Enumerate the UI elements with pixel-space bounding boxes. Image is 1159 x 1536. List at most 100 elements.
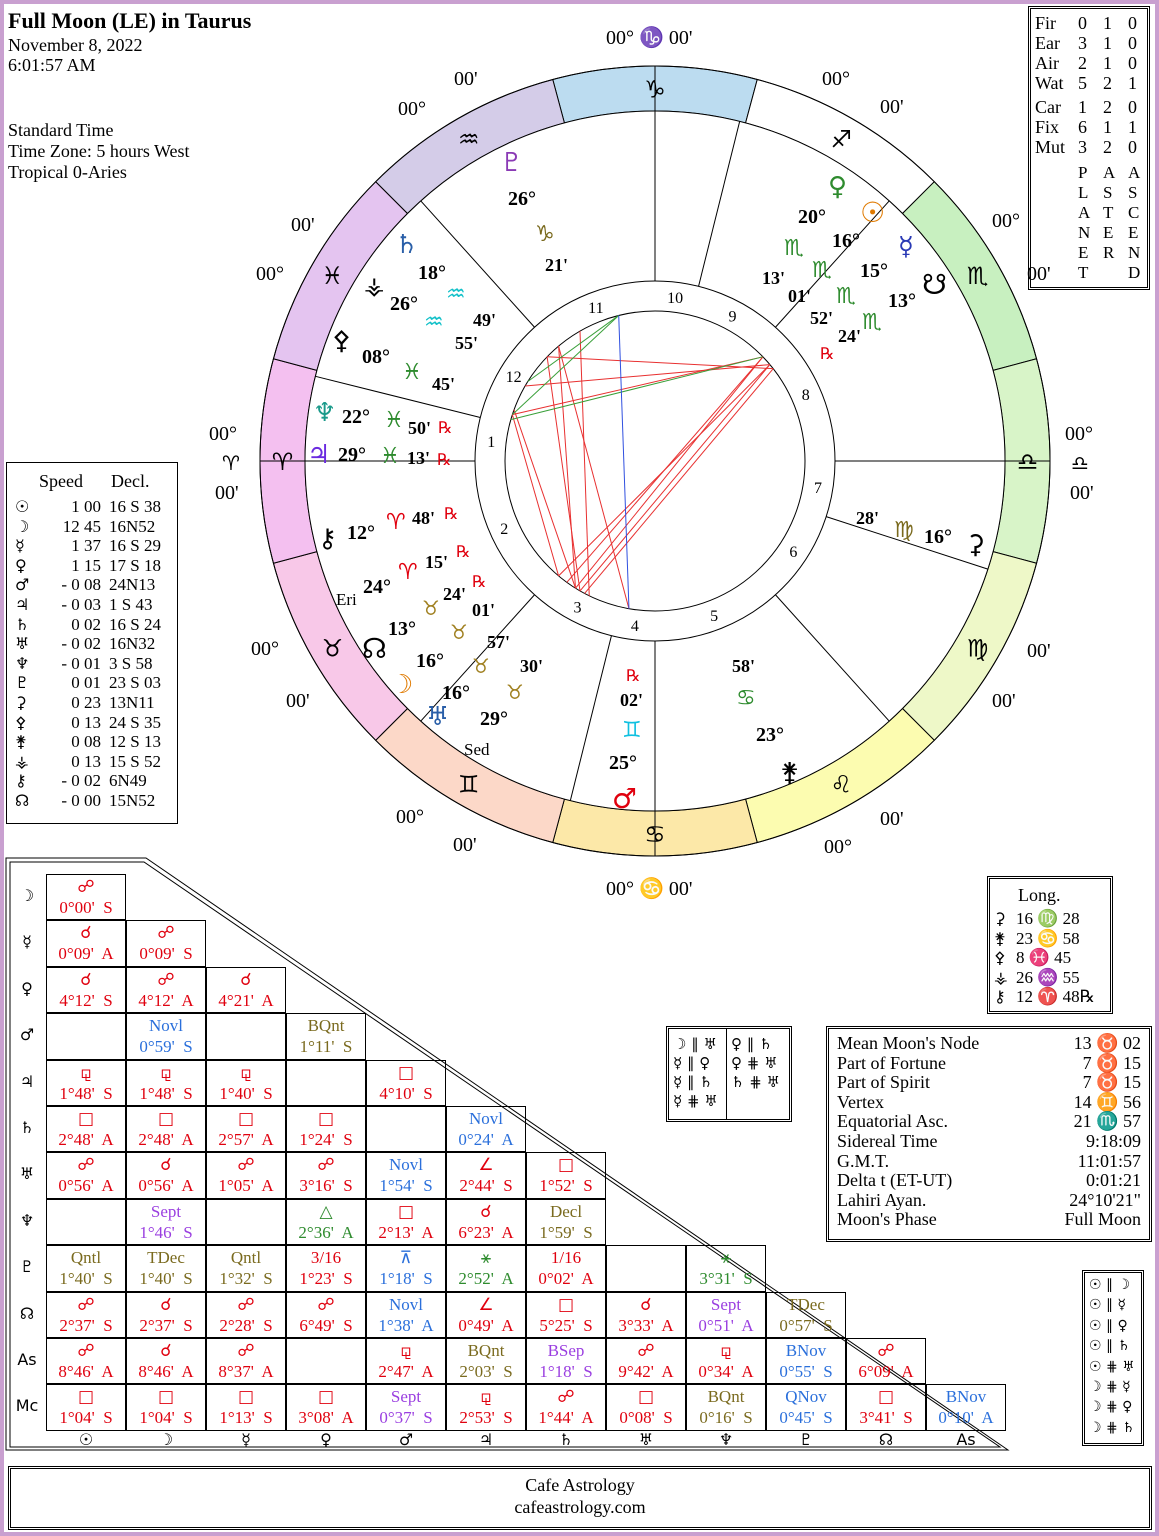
venus-deg: 20° [798,206,826,228]
aspect-row-label: ♅ [19,1164,35,1184]
mars-icon: ♂ [612,782,638,815]
point-value: 11:01:57 [1077,1150,1141,1171]
aspect-cell: □ 1°24' S [286,1106,366,1153]
neptune-deg: 22° [342,406,370,428]
aspect-cell: △ 2°36' A [286,1198,366,1246]
point-label: Moon's Phase [837,1209,937,1230]
rim-tau-min: 00' [286,690,310,712]
speed-row-icon: ☊ [15,791,30,810]
uranus-deg: 16° [442,682,470,704]
aspect-glyph: ☍ [877,1341,895,1361]
snode-min: 24' [838,326,862,346]
element-aster-count: 1 [1103,117,1112,137]
taurus-small-icon-2: ♉ [450,620,468,644]
neptune-min: 50' [408,418,432,438]
speed-row-icon: ☉ [15,497,30,516]
rim-gem-deg: 00° [396,806,424,828]
jupiter-icon: ♃ [307,440,331,470]
speed-row-icon: ⚷ [15,771,27,791]
aspect-orb: 2°37' S [139,1315,193,1335]
longitude-row-icon: ⚳ [994,909,1006,928]
house-number: 12 [506,369,522,386]
speed-decl-table: Speed Decl. ☉ 1 00 16 S 38 ☽ 12 45 16N52 ☿ 1 37… [6,462,178,824]
aspect-glyph: ⚼ [80,1062,92,1083]
aspect-glyph: BQnt [307,1016,345,1036]
scorpio-small-icon-3: ♏ [836,284,856,309]
rim-pis-deg: 00° [256,263,284,285]
decl-value: 16 S 38 [109,497,161,516]
aspect-orb: 0°02' A [538,1269,594,1289]
aspect-orb: 4°12' S [59,990,113,1010]
aspect-column-label: ☉ [78,1430,94,1449]
point-value: 9:18:09 [1085,1131,1141,1151]
decl-value: 23 S 03 [109,673,161,693]
aspect-orb: 6°49' S [299,1315,353,1335]
aspect-glyph: ⚼ [720,1341,732,1361]
aspect-orb: 0°09' A [58,944,114,964]
aspect-orb: 3°08' A [298,1408,354,1428]
gemini-small-icon: ♊ [622,718,642,743]
aspect-cell: □ 2°57' A [206,1106,286,1153]
aspect-glyph: ☍ [237,1155,255,1176]
aspect-glyph: ⚼ [240,1062,252,1083]
aspect-glyph: ☌ [160,1155,172,1176]
mercury-icon: ☿ [898,232,914,262]
aspect-cell: ⚼ 1°48' S [46,1059,126,1106]
footer-url[interactable]: cafeastrology.com [11,1497,1149,1518]
aspect-cell: □ 2°13' A [366,1198,446,1246]
aspect-glyph: ☍ [77,1341,95,1361]
saturn-min: 49' [473,310,497,330]
house-number: 2 [500,521,508,538]
vesta-icon: ⚶ [364,272,385,300]
aspect-cell: BNov 0°10' A [926,1384,1006,1431]
aspect-glyph: ⚹ [720,1248,732,1269]
aspect-row-label: ♇ [19,1257,35,1277]
point-label: Sidereal Time [837,1131,938,1151]
speed-row-icon: ⚶ [15,751,29,771]
aspect-orb: 1°11' S [299,1037,353,1057]
speed-row-icon: ☿ [15,536,25,556]
point-value: 13 ♉ 02 [1073,1033,1141,1053]
aspect-glyph: ☍ [157,923,175,944]
speed-value: 0 08 [71,732,101,752]
element-aster-count: 2 [1103,137,1112,157]
aspect-glyph [47,1014,125,1037]
point-value: 24°10'21" [1069,1189,1141,1210]
aspect-cell: ☍ 9°42' A [606,1338,686,1385]
jupiter-retro: ℞ [437,450,452,469]
longitude-row-icon: ⚷ [994,987,1006,1006]
aspect-cell: QNov 0°45' S [766,1384,846,1431]
aspect-row-label: As [17,1350,37,1369]
decl-value: 24 S 35 [109,712,161,732]
aspect-cell: Qntl 1°32' S [206,1245,286,1292]
mars-min: 02' [620,690,644,710]
speed-value: 1 15 [71,555,101,575]
longitude-value: 26 ♒ 55 [1016,967,1080,987]
element-planet-count: 0 [1078,13,1087,33]
speed-header: Speed [39,471,83,491]
aspect-orb: 1°40' S [219,1083,273,1103]
aquarius-small-icon-2: ♒ [424,310,444,335]
node-retro: ℞ [472,572,487,591]
aspect-cell: ☌ 2°37' S [126,1291,206,1338]
aspect-orb: 2°48' A [58,1130,114,1149]
aspect-cell: ☌ 4°12' S [46,966,126,1014]
pallas-deg: 08° [362,346,390,368]
moon-deg: 16° [416,650,444,672]
sign-glyph: ♍ [967,634,989,662]
longitude-row-icon: ⚴ [994,948,1006,967]
aspect-glyph: Qntl [230,1248,262,1268]
aspect-row-label: ♂ [19,1025,35,1045]
node-min: 01' [472,600,496,620]
aspect-glyph: BNov [785,1341,827,1360]
aries-small-icon-2: ♈ [398,560,418,585]
aspect-cell [286,1338,366,1385]
aspect-orb: 1°48' S [59,1083,113,1103]
aspect-orb: 0°08' S [619,1408,673,1428]
house-number: 10 [667,290,683,307]
aspect-glyph [47,1200,125,1223]
point-value: 14 ♊ 56 [1073,1091,1141,1112]
aspect-column-label: ☿ [241,1430,251,1449]
decl-value: 6N49 [109,771,147,791]
element-column-letter: D [1128,263,1141,282]
